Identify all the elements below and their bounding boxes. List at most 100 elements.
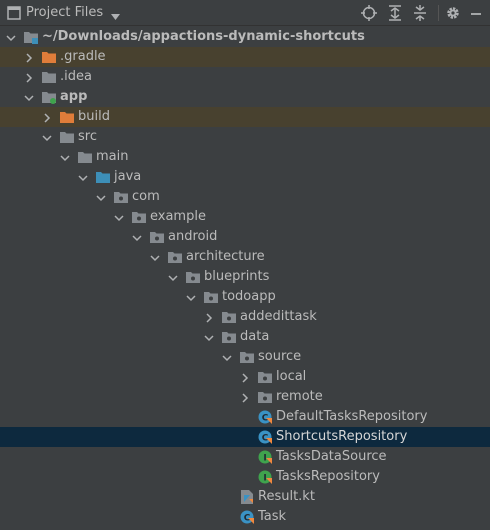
tree-row-com[interactable]: com — [0, 187, 490, 207]
chevron-down-icon[interactable] — [168, 272, 178, 282]
chevron-down-icon[interactable] — [96, 192, 106, 202]
tree-row-label: ~/Downloads/appactions-dynamic-shortcuts — [42, 29, 365, 44]
tree-row-label: source — [258, 349, 302, 364]
chevron-right-icon[interactable] — [240, 372, 250, 383]
chevron-down-icon[interactable] — [186, 292, 196, 302]
tree-row-label: blueprints — [204, 269, 270, 284]
package-icon — [168, 250, 182, 264]
chevron-right-icon[interactable] — [24, 72, 34, 83]
tree-row-label: local — [276, 369, 307, 384]
tree-row-label: ShortcutsRepository — [276, 429, 408, 444]
tree-row-label: src — [78, 129, 97, 144]
chevron-right-icon[interactable] — [204, 312, 214, 323]
tree-row-tasksrepository[interactable]: I TasksRepository — [0, 467, 490, 487]
view-title[interactable]: Project Files — [26, 5, 103, 20]
package-icon — [240, 350, 254, 364]
chevron-down-icon[interactable] — [204, 332, 214, 342]
toolbar-separator — [438, 5, 439, 21]
kotlin-file-icon — [240, 490, 254, 504]
kotlin-interface-icon: I — [258, 470, 272, 484]
tree-row-task[interactable]: C Task — [0, 507, 490, 527]
excluded-folder-icon — [60, 110, 74, 124]
tree-row-build[interactable]: build — [0, 107, 490, 127]
tree-row-label: java — [114, 169, 142, 184]
svg-text:I: I — [263, 454, 266, 464]
kotlin-interface-icon: I — [258, 450, 272, 464]
module-folder-icon — [42, 90, 56, 104]
chevron-down-icon[interactable] — [150, 252, 160, 262]
project-files-icon — [7, 6, 21, 20]
tree-row-label: addedittask — [240, 309, 317, 324]
tree-row-app[interactable]: app — [0, 87, 490, 107]
kotlin-class-icon: C — [258, 430, 272, 444]
tree-row-java[interactable]: java — [0, 167, 490, 187]
package-icon — [150, 230, 164, 244]
package-icon — [132, 210, 146, 224]
tree-row-label: DefaultTasksRepository — [276, 409, 428, 424]
tree-row-todoapp[interactable]: todoapp — [0, 287, 490, 307]
tree-row-gradle[interactable]: .gradle — [0, 47, 490, 67]
settings-icon[interactable] — [444, 4, 462, 22]
tree-row-label: android — [168, 229, 218, 244]
package-icon — [186, 270, 200, 284]
tree-row-src[interactable]: src — [0, 127, 490, 147]
chevron-down-icon[interactable] — [42, 132, 52, 142]
chevron-right-icon[interactable] — [24, 52, 34, 63]
chevron-down-icon[interactable] — [132, 232, 142, 242]
kotlin-class-icon: C — [258, 410, 272, 424]
tree-row-label: .idea — [60, 69, 92, 84]
tree-row-label: main — [96, 149, 129, 164]
tree-row-label: todoapp — [222, 289, 276, 304]
tree-row-label: TasksDataSource — [276, 449, 387, 464]
kotlin-class-icon: C — [240, 510, 254, 524]
tree-row-label: Result.kt — [258, 489, 315, 504]
tree-row-label: TasksRepository — [276, 469, 380, 484]
chevron-down-icon[interactable] — [60, 152, 70, 162]
chevron-down-icon[interactable] — [24, 92, 34, 102]
tree-row-source[interactable]: source — [0, 347, 490, 367]
tree-row-main[interactable]: main — [0, 147, 490, 167]
chevron-down-icon[interactable] — [78, 172, 88, 182]
tree-row-downloads-appactions-dynamic-shortcuts[interactable]: ~/Downloads/appactions-dynamic-shortcuts — [0, 27, 490, 47]
chevron-down-icon[interactable] — [6, 32, 16, 42]
tree-row-blueprints[interactable]: blueprints — [0, 267, 490, 287]
tree-row-shortcutsrepository[interactable]: C ShortcutsRepository — [0, 427, 490, 447]
tree-row-addedittask[interactable]: addedittask — [0, 307, 490, 327]
svg-text:I: I — [263, 474, 266, 484]
chevron-down-icon[interactable] — [114, 212, 124, 222]
chevron-right-icon[interactable] — [42, 112, 52, 123]
chevron-down-icon[interactable] — [111, 9, 120, 20]
expand-all-icon[interactable] — [386, 4, 404, 22]
package-icon — [222, 310, 236, 324]
source-folder-icon — [96, 170, 110, 184]
tree-row-local[interactable]: local — [0, 367, 490, 387]
project-folder-icon — [24, 30, 38, 44]
tree-row-result-kt[interactable]: Result.kt — [0, 487, 490, 507]
tree-row-data[interactable]: data — [0, 327, 490, 347]
package-icon — [204, 290, 218, 304]
chevron-down-icon[interactable] — [222, 352, 232, 362]
package-icon — [114, 190, 128, 204]
hide-icon[interactable] — [467, 4, 485, 22]
project-files-toolbar: Project Files — [0, 0, 490, 26]
package-icon — [222, 330, 236, 344]
tree-row-remote[interactable]: remote — [0, 387, 490, 407]
tree-row-label: data — [240, 329, 270, 344]
folder-icon — [60, 130, 74, 144]
tree-row-label: example — [150, 209, 206, 224]
tree-row-example[interactable]: example — [0, 207, 490, 227]
collapse-all-icon[interactable] — [411, 4, 429, 22]
excluded-folder-icon — [42, 50, 56, 64]
tree-row-architecture[interactable]: architecture — [0, 247, 490, 267]
tree-row-android[interactable]: android — [0, 227, 490, 247]
tree-row-defaulttasksrepository[interactable]: C DefaultTasksRepository — [0, 407, 490, 427]
tree-row-label: architecture — [186, 249, 265, 264]
locate-icon[interactable] — [360, 4, 378, 22]
tree-row-label: Task — [258, 509, 287, 524]
tree-row-idea[interactable]: .idea — [0, 67, 490, 87]
tree-row-label: .gradle — [60, 49, 106, 64]
chevron-right-icon[interactable] — [240, 392, 250, 403]
package-icon — [258, 370, 272, 384]
tree-row-label: remote — [276, 389, 323, 404]
tree-row-tasksdatasource[interactable]: I TasksDataSource — [0, 447, 490, 467]
